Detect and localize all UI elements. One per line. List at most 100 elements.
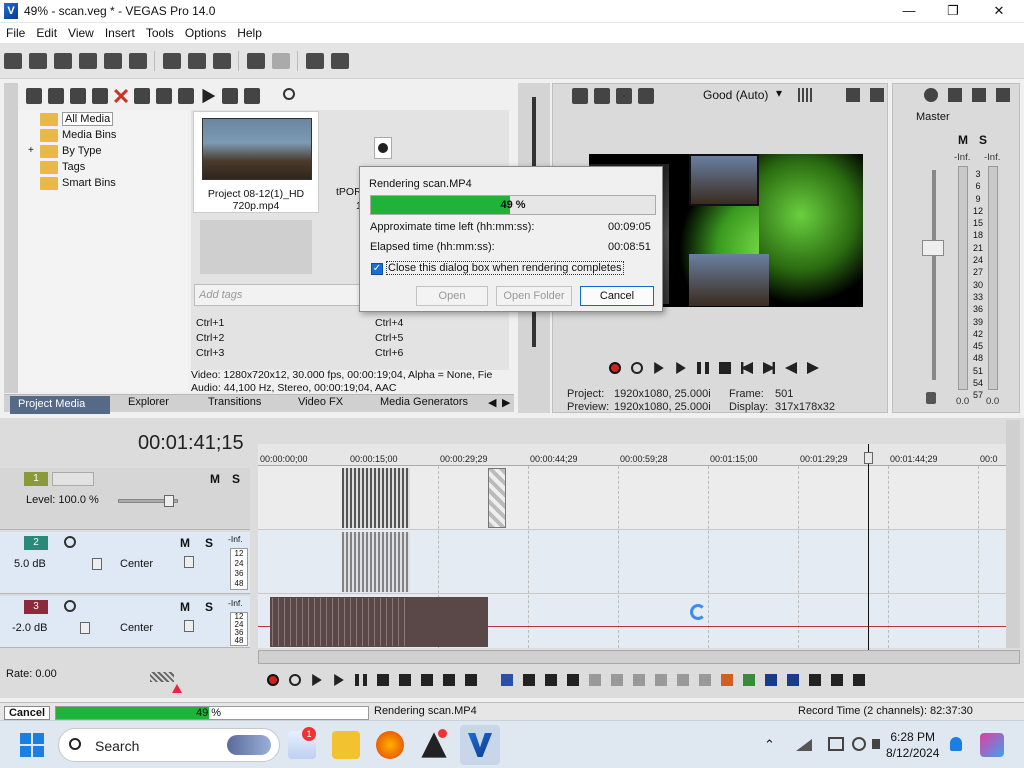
taskbar-search-box[interactable]: Search <box>58 728 280 762</box>
save-icon[interactable] <box>54 53 72 69</box>
selection-tool-icon[interactable] <box>545 674 557 686</box>
menu-tools[interactable]: Tools <box>140 23 179 40</box>
previous-frame-icon[interactable] <box>443 674 455 686</box>
media-thumbnail[interactable]: Project 08-12(1)_HD 720p.mp4 <box>193 111 319 213</box>
track-pan-handle[interactable] <box>184 620 194 632</box>
media-fx-icon[interactable] <box>134 88 151 104</box>
timeline-ruler[interactable]: 00:00:00;00 00:00:15;00 00:00:29;29 00:0… <box>258 444 1006 466</box>
open-button[interactable]: Open <box>416 286 488 306</box>
loop-icon[interactable] <box>289 674 301 686</box>
whats-this-help-icon[interactable] <box>331 53 349 69</box>
track-header-2[interactable]: 2 M S 5.0 dB Center -Inf. 12 24 36 48 <box>0 532 250 594</box>
stop-icon[interactable] <box>719 362 731 374</box>
downmix-icon[interactable] <box>972 88 986 102</box>
cut-icon[interactable] <box>163 53 181 69</box>
track-header-3[interactable]: 3 M S -2.0 dB Center -Inf. 12 24 36 48 <box>0 596 250 648</box>
video-clip-events[interactable] <box>342 468 410 528</box>
firefox-icon[interactable] <box>376 731 404 759</box>
auto-crossfade-icon[interactable] <box>787 674 799 686</box>
play-from-start-icon[interactable] <box>312 674 322 686</box>
search-icon[interactable] <box>283 88 296 100</box>
region-icon[interactable] <box>743 674 755 686</box>
chevron-down-icon[interactable]: ▾ <box>776 86 782 100</box>
tree-item-all-media[interactable]: All Media <box>40 111 114 127</box>
undo-icon[interactable] <box>247 53 265 69</box>
normal-edit-tool-icon[interactable] <box>501 674 513 686</box>
capture-video-icon[interactable] <box>48 88 65 104</box>
menu-help[interactable]: Help <box>231 23 267 40</box>
close-when-done-label[interactable]: Close this dialog box when rendering com… <box>386 261 624 275</box>
media-file-icon[interactable] <box>374 137 392 159</box>
go-to-end-icon[interactable] <box>421 674 433 686</box>
left-dock-scroll[interactable] <box>4 83 18 393</box>
previous-frame-icon[interactable] <box>785 362 797 374</box>
delete-icon[interactable] <box>589 674 601 686</box>
network-icon[interactable] <box>796 739 812 751</box>
next-frame-icon[interactable] <box>807 362 819 374</box>
properties-icon[interactable] <box>129 53 147 69</box>
split-icon[interactable] <box>677 674 689 686</box>
master-mute-button[interactable]: M <box>958 133 968 147</box>
auto-ripple-icon[interactable] <box>809 674 821 686</box>
menu-options[interactable]: Options <box>179 23 231 40</box>
external-monitor-icon[interactable] <box>594 88 610 104</box>
trim-start-icon[interactable] <box>633 674 645 686</box>
cancel-render-button[interactable]: Cancel <box>580 286 654 306</box>
tab-transitions[interactable]: Transitions <box>208 396 261 408</box>
get-media-icon[interactable] <box>70 88 87 104</box>
redo-icon[interactable] <box>272 53 290 69</box>
copilot-icon[interactable] <box>980 733 1004 757</box>
loop-icon[interactable] <box>631 362 643 374</box>
wifi-icon[interactable] <box>852 737 866 751</box>
stop-preview-icon[interactable] <box>222 88 239 104</box>
arm-record-icon[interactable] <box>64 600 76 612</box>
auto-preview-icon[interactable] <box>178 88 195 104</box>
play-from-start-icon[interactable] <box>654 362 664 374</box>
taskbar-clock[interactable]: 6:28 PM 8/12/2024 <box>886 729 939 761</box>
tab-scroll-right-icon[interactable]: ▶ <box>502 396 510 409</box>
copy-icon[interactable] <box>188 53 206 69</box>
playhead-handle[interactable] <box>864 452 873 464</box>
web-media-icon[interactable] <box>92 88 109 104</box>
track-mute-button[interactable]: M <box>180 600 190 614</box>
pause-icon[interactable] <box>697 362 709 374</box>
remove-media-icon[interactable] <box>114 89 129 103</box>
master-fx-icon[interactable] <box>948 88 962 102</box>
open-icon[interactable] <box>29 53 47 69</box>
track-mute-button[interactable]: M <box>180 536 190 550</box>
track-volume-handle[interactable] <box>80 622 90 634</box>
track-solo-button[interactable]: S <box>205 600 213 614</box>
file-explorer-icon[interactable] <box>332 731 360 759</box>
tree-item-tags[interactable]: Tags <box>40 159 85 175</box>
playhead-cursor[interactable] <box>868 444 869 650</box>
track-volume-handle[interactable] <box>92 558 102 570</box>
timeline-horizontal-scrollbar[interactable] <box>258 650 1020 664</box>
render-icon[interactable] <box>104 53 122 69</box>
maximize-button[interactable]: ❐ <box>930 0 976 22</box>
record-icon[interactable] <box>609 362 621 374</box>
envelope-tool-icon[interactable] <box>523 674 535 686</box>
save-as-icon[interactable] <box>79 53 97 69</box>
tree-item-media-bins[interactable]: Media Bins <box>40 127 116 143</box>
tree-item-smart-bins[interactable]: Smart Bins <box>40 175 116 191</box>
tab-video-fx[interactable]: Video FX <box>298 396 343 408</box>
lock-icon[interactable] <box>926 392 936 404</box>
preview-fx-icon[interactable] <box>638 88 654 104</box>
tab-media-generators[interactable]: Media Generators <box>380 396 468 408</box>
tree-item-by-type[interactable]: + By Type <box>28 143 102 159</box>
save-snapshot-icon[interactable] <box>870 88 884 102</box>
tab-project-media[interactable]: Project Media <box>10 396 110 414</box>
new-project-icon[interactable] <box>4 53 22 69</box>
go-to-start-icon[interactable] <box>741 362 753 374</box>
minimize-button[interactable]: — <box>886 0 932 22</box>
play-icon[interactable] <box>334 674 344 686</box>
expand-icon[interactable]: + <box>28 143 34 159</box>
track-level-handle[interactable] <box>164 495 174 507</box>
volume-icon[interactable] <box>872 739 880 749</box>
track-solo-button[interactable]: S <box>205 536 213 550</box>
track-mute-button[interactable]: M <box>210 472 220 486</box>
close-when-done-checkbox[interactable]: ✓ <box>371 263 383 275</box>
track-pan-handle[interactable] <box>184 556 194 568</box>
track-header-1[interactable]: 1 M S Level: 100.0 % <box>0 468 250 530</box>
close-window-button[interactable]: ✕ <box>976 0 1022 22</box>
